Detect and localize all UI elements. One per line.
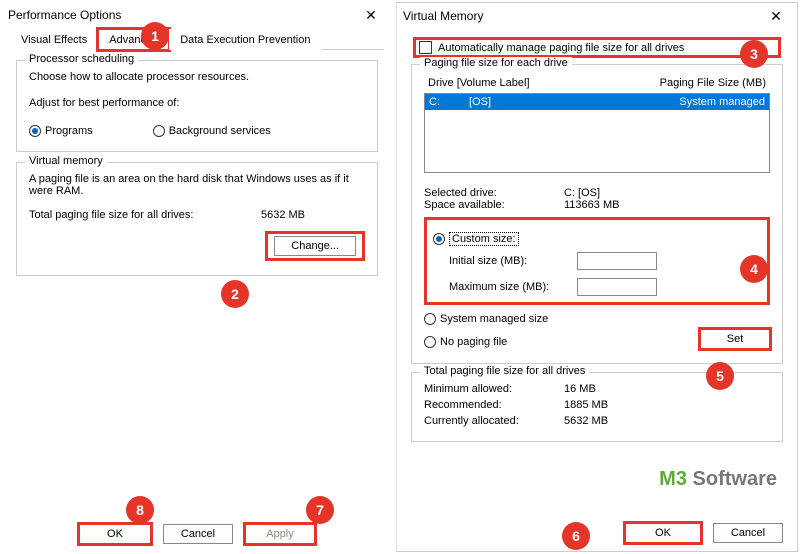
- total-paging-label: Total paging file size for all drives:: [29, 209, 193, 221]
- radio-icon: [424, 336, 436, 348]
- drive-row-c[interactable]: C: [OS] System managed: [425, 94, 769, 110]
- close-icon[interactable]: ✕: [761, 8, 791, 25]
- tab-bar: Visual Effects Advanced Data Execution P…: [10, 28, 384, 50]
- annotation-badge-7: 7: [306, 496, 334, 524]
- group-paging-per-drive: Paging file size for each drive Drive [V…: [411, 64, 783, 364]
- group-title: Paging file size for each drive: [420, 57, 572, 69]
- radio-icon: [424, 313, 436, 325]
- vm-desc: A paging file is an area on the hard dis…: [29, 173, 349, 197]
- selected-drive-label: Selected drive:: [424, 187, 564, 199]
- drive-volume: [OS]: [469, 96, 679, 108]
- radio-no-paging[interactable]: No paging file: [424, 336, 507, 348]
- ok-button[interactable]: OK: [625, 523, 701, 543]
- col-drive: Drive [Volume Label]: [428, 77, 660, 89]
- radio-system-managed[interactable]: System managed size: [424, 313, 770, 325]
- annotation-badge-2: 2: [221, 280, 249, 308]
- cancel-button[interactable]: Cancel: [163, 524, 233, 544]
- currently-allocated-label: Currently allocated:: [424, 415, 564, 427]
- total-paging-value: 5632 MB: [261, 209, 305, 221]
- radio-icon: [433, 233, 445, 245]
- watermark: M3 Software: [659, 468, 777, 491]
- maximum-size-input[interactable]: [577, 278, 657, 296]
- radio-label: No paging file: [440, 336, 507, 348]
- dialog-title: Performance Options: [8, 8, 121, 22]
- processor-desc: Choose how to allocate processor resourc…: [29, 71, 365, 83]
- drive-list-header: Drive [Volume Label] Paging File Size (M…: [424, 75, 770, 91]
- initial-size-input[interactable]: [577, 252, 657, 270]
- group-processor-scheduling: Processor scheduling Choose how to alloc…: [16, 60, 378, 152]
- annotation-badge-6: 6: [562, 522, 590, 550]
- maximum-size-label: Maximum size (MB):: [449, 281, 569, 293]
- group-title: Processor scheduling: [25, 53, 138, 65]
- min-allowed-value: 16 MB: [564, 383, 596, 395]
- titlebar: Performance Options ✕: [2, 2, 392, 28]
- currently-allocated-value: 5632 MB: [564, 415, 608, 427]
- dialog-buttons: OK Cancel Apply: [2, 524, 392, 544]
- ok-button[interactable]: OK: [79, 524, 151, 544]
- virtual-memory-dialog: Virtual Memory ✕ Automatically manage pa…: [396, 2, 798, 552]
- drive-list[interactable]: C: [OS] System managed: [424, 93, 770, 173]
- drive-size: System managed: [679, 96, 765, 108]
- annotation-badge-1: 1: [141, 22, 169, 50]
- auto-manage-label: Automatically manage paging file size fo…: [438, 42, 684, 54]
- annotation-badge-3: 3: [740, 40, 768, 68]
- watermark-m3: M3: [659, 468, 687, 490]
- space-available-value: 113663 MB: [564, 199, 619, 211]
- drive-letter: C:: [429, 96, 469, 108]
- radio-label: Programs: [45, 125, 93, 137]
- titlebar: Virtual Memory ✕: [397, 3, 797, 29]
- radio-label: Custom size:: [449, 232, 519, 246]
- annotation-badge-8: 8: [126, 496, 154, 524]
- dialog-buttons: OK Cancel: [625, 523, 783, 543]
- radio-icon: [153, 125, 165, 137]
- checkbox-icon: [419, 41, 432, 54]
- radio-custom-size[interactable]: Custom size:: [433, 232, 761, 246]
- radio-label: Background services: [169, 125, 271, 137]
- radio-label: System managed size: [440, 313, 548, 325]
- close-icon[interactable]: ✕: [356, 7, 386, 24]
- tab-dep[interactable]: Data Execution Prevention: [169, 29, 321, 50]
- radio-background-services[interactable]: Background services: [153, 125, 271, 137]
- selected-drive-value: C: [OS]: [564, 187, 600, 199]
- tab-visual-effects[interactable]: Visual Effects: [10, 29, 98, 50]
- group-title: Total paging file size for all drives: [420, 365, 589, 377]
- cancel-button[interactable]: Cancel: [713, 523, 783, 543]
- annotation-badge-5: 5: [706, 362, 734, 390]
- dialog-title: Virtual Memory: [403, 9, 483, 23]
- recommended-label: Recommended:: [424, 399, 564, 411]
- min-allowed-label: Minimum allowed:: [424, 383, 564, 395]
- group-virtual-memory: Virtual memory A paging file is an area …: [16, 162, 378, 276]
- radio-programs[interactable]: Programs: [29, 125, 93, 137]
- space-available-label: Space available:: [424, 199, 564, 211]
- adjust-label: Adjust for best performance of:: [29, 97, 365, 109]
- set-button[interactable]: Set: [700, 329, 770, 349]
- auto-manage-checkbox[interactable]: Automatically manage paging file size fo…: [415, 39, 779, 56]
- change-button[interactable]: Change...: [274, 236, 356, 256]
- col-size: Paging File Size (MB): [660, 77, 766, 89]
- watermark-software: Software: [693, 468, 777, 490]
- group-title: Virtual memory: [25, 155, 107, 167]
- annotation-badge-4: 4: [740, 255, 768, 283]
- initial-size-label: Initial size (MB):: [449, 255, 569, 267]
- recommended-value: 1885 MB: [564, 399, 608, 411]
- apply-button[interactable]: Apply: [245, 524, 315, 544]
- performance-options-dialog: Performance Options ✕ Visual Effects Adv…: [2, 2, 392, 552]
- radio-icon: [29, 125, 41, 137]
